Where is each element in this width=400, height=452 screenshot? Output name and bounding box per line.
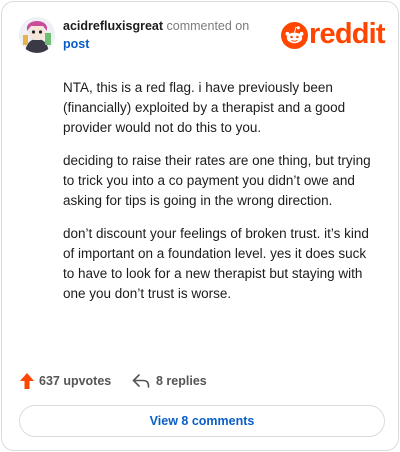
view-comments-button[interactable]: View 8 comments xyxy=(19,405,385,437)
reply-arrow-icon xyxy=(132,374,150,388)
user-avatar[interactable] xyxy=(19,17,55,53)
comment-body: NTA, this is a red flag. i have previous… xyxy=(63,78,381,317)
comment-paragraph: NTA, this is a red flag. i have previous… xyxy=(63,80,346,135)
upvote-arrow-icon xyxy=(20,373,34,389)
comment-meta: acidrefluxisgreat commented on post xyxy=(63,18,263,52)
comment-paragraph: deciding to raise their rates are one th… xyxy=(63,153,371,208)
upvote-button[interactable]: 637 upvotes xyxy=(19,370,111,392)
comment-card: acidrefluxisgreat commented on post redd… xyxy=(1,1,399,451)
reddit-wordmark: reddit xyxy=(309,18,386,50)
username[interactable]: acidrefluxisgreat xyxy=(63,19,163,33)
comment-paragraph: don’t discount your feelings of broken t… xyxy=(63,226,369,301)
reply-button[interactable]: 8 replies xyxy=(132,370,207,392)
upvote-count: 637 upvotes xyxy=(39,374,112,388)
comment-header: acidrefluxisgreat commented on post redd… xyxy=(19,14,386,54)
reddit-snoo-icon xyxy=(281,22,308,49)
reply-count: 8 replies xyxy=(156,374,207,388)
reddit-logo[interactable]: reddit xyxy=(281,18,386,52)
post-link[interactable]: post xyxy=(63,36,263,52)
commented-on-label: commented on xyxy=(166,19,250,33)
comment-actions: 637 upvotes 8 replies xyxy=(19,370,379,392)
